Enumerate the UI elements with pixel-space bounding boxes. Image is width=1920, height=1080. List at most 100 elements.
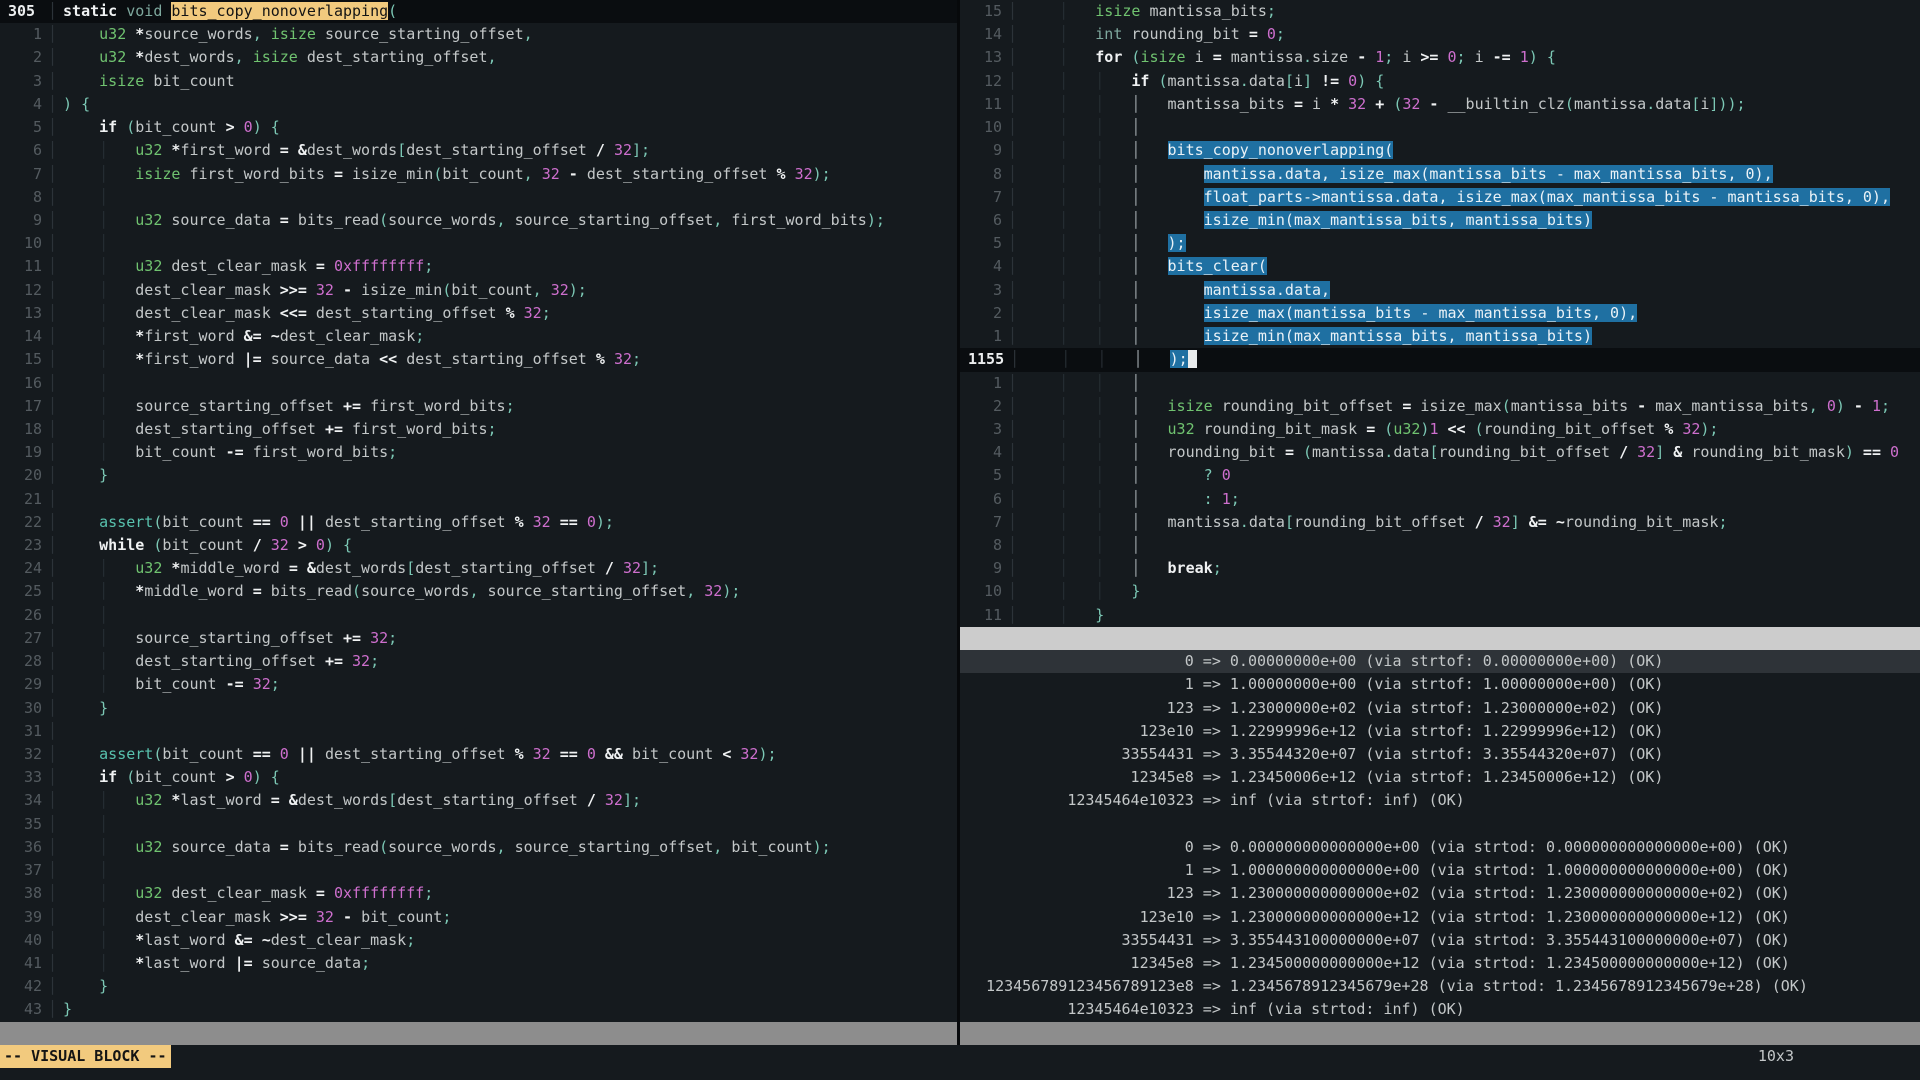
statusline-right-active[interactable]: float.c 1155,15 87% <box>960 627 1920 650</box>
code-line[interactable]: 15│ │ *first_word |= source_data << dest… <box>0 348 957 371</box>
code-line[interactable]: 34│ │ u32 *last_word = &dest_words[dest_… <box>0 789 957 812</box>
code-line[interactable]: 15│ │ isize mantissa_bits; <box>960 0 1920 23</box>
code-line[interactable]: 11│ │ } <box>960 604 1920 627</box>
code-line[interactable]: 2│ u32 *dest_words, isize dest_starting_… <box>0 46 957 69</box>
editor-pane-left[interactable]: 305│static void bits_copy_nonoverlapping… <box>0 0 957 1045</box>
code-line[interactable]: 12│ │ dest_clear_mask >>= 32 - isize_min… <box>0 279 957 302</box>
terminal-line[interactable]: 12345464e10323 => inf (via strtod: inf) … <box>960 998 1920 1021</box>
code-line[interactable]: 25│ │ *middle_word = bits_read(source_wo… <box>0 580 957 603</box>
terminal-line[interactable]: 123e10 => 1.230000000000000e+12 (via str… <box>960 906 1920 929</box>
terminal-line[interactable]: 123456789123456789123e8 => 1.23456789123… <box>960 975 1920 998</box>
code-line[interactable]: 22│ assert(bit_count == 0 || dest_starti… <box>0 511 957 534</box>
code-line[interactable]: 305│static void bits_copy_nonoverlapping… <box>0 0 957 23</box>
code-line[interactable]: 21│ <box>0 488 957 511</box>
token: 32 <box>524 304 542 322</box>
code-line[interactable]: 8│ │ │ │ mantissa.data, isize_max(mantis… <box>960 163 1920 186</box>
code-line[interactable]: 11│ │ u32 dest_clear_mask = 0xffffffff; <box>0 255 957 278</box>
code-line[interactable]: 6│ │ u32 *first_word = &dest_words[dest_… <box>0 139 957 162</box>
code-line[interactable]: 1│ u32 *source_words, isize source_start… <box>0 23 957 46</box>
code-line[interactable]: 40│ │ *last_word &= ~dest_clear_mask; <box>0 929 957 952</box>
terminal-line[interactable]: 12345e8 => 1.23450006e+12 (via strtof: 1… <box>960 766 1920 789</box>
terminal-line[interactable] <box>960 813 1920 836</box>
code-line[interactable]: 6│ │ │ │ : 1; <box>960 488 1920 511</box>
code-line[interactable]: 16│ │ <box>0 372 957 395</box>
code-line[interactable]: 3│ │ │ │ u32 rounding_bit_mask = (u32)1 … <box>960 418 1920 441</box>
terminal-line[interactable]: 33554431 => 3.35544320e+07 (via strtof: … <box>960 743 1920 766</box>
code-line[interactable]: 26│ │ <box>0 604 957 627</box>
code-line[interactable]: 38│ │ u32 dest_clear_mask = 0xffffffff; <box>0 882 957 905</box>
code-line[interactable]: 23│ while (bit_count / 32 > 0) { <box>0 534 957 557</box>
code-line[interactable]: 8│ │ │ │ <box>960 534 1920 557</box>
token <box>108 165 135 183</box>
code-line[interactable]: 14│ │ *first_word &= ~dest_clear_mask; <box>0 325 957 348</box>
code-line[interactable]: 28│ │ dest_starting_offset += 32; <box>0 650 957 673</box>
code-line[interactable]: 4│ │ │ │ bits_clear( <box>960 255 1920 278</box>
statusline-left[interactable]: float.c 305,1 23% <box>0 1022 957 1045</box>
code-line[interactable]: 31│ <box>0 720 957 743</box>
code-line[interactable]: 29│ │ bit_count -= 32; <box>0 673 957 696</box>
terminal-line[interactable]: 12345464e10323 => inf (via strtof: inf) … <box>960 789 1920 812</box>
code-line[interactable]: 17│ │ source_starting_offset += first_wo… <box>0 395 957 418</box>
code-line[interactable]: 30│ } <box>0 697 957 720</box>
terminal-line[interactable]: 123 => 1.23000000e+02 (via strtof: 1.230… <box>960 697 1920 720</box>
editor-pane-right[interactable]: 15│ │ isize mantissa_bits;14│ │ int roun… <box>960 0 1920 1045</box>
code-line[interactable]: 18│ │ dest_starting_offset += first_word… <box>0 418 957 441</box>
code-line[interactable]: 1155│ │ │ │ ); <box>960 348 1920 371</box>
code-line[interactable]: 3│ isize bit_count <box>0 70 957 93</box>
code-line[interactable]: 10│ │ │ │ <box>960 116 1920 139</box>
code-line[interactable]: 11│ │ │ │ mantissa_bits = i * 32 + (32 -… <box>960 93 1920 116</box>
code-line[interactable]: 12│ │ │ if (mantissa.data[i] != 0) { <box>960 70 1920 93</box>
statusline-terminal[interactable]: term://~\code\float//19184:C:\Program Fi… <box>960 1022 1920 1045</box>
code-line[interactable]: 2│ │ │ │ isize rounding_bit_offset = isi… <box>960 395 1920 418</box>
code-line[interactable]: 24│ │ u32 *middle_word = &dest_words[des… <box>0 557 957 580</box>
code-line[interactable]: 13│ │ dest_clear_mask <<= dest_starting_… <box>0 302 957 325</box>
code-line[interactable]: 27│ │ source_starting_offset += 32; <box>0 627 957 650</box>
code-line[interactable]: 39│ │ dest_clear_mask >>= 32 - bit_count… <box>0 906 957 929</box>
terminal-line[interactable]: 0 => 0.00000000e+00 (via strtof: 0.00000… <box>960 650 1920 673</box>
code-line[interactable]: 7│ │ │ │ float_parts->mantissa.data, isi… <box>960 186 1920 209</box>
code-line[interactable]: 20│ } <box>0 464 957 487</box>
code-line[interactable]: 9│ │ u32 source_data = bits_read(source_… <box>0 209 957 232</box>
terminal-area[interactable]: 0 => 0.00000000e+00 (via strtof: 0.00000… <box>960 650 1920 1022</box>
terminal-line[interactable]: 1 => 1.000000000000000e+00 (via strtod: … <box>960 859 1920 882</box>
code-line[interactable]: 3│ │ │ │ mantissa.data, <box>960 279 1920 302</box>
code-line[interactable]: 4│ │ │ │ rounding_bit = (mantissa.data[r… <box>960 441 1920 464</box>
code-line[interactable]: 41│ │ *last_word |= source_data; <box>0 952 957 975</box>
code-line[interactable]: 10│ │ │ } <box>960 580 1920 603</box>
code-text: │ u32 *middle_word = &dest_words[dest_st… <box>63 557 957 580</box>
terminal-line[interactable]: 1 => 1.00000000e+00 (via strtof: 1.00000… <box>960 673 1920 696</box>
code-line[interactable]: 14│ │ int rounding_bit = 0; <box>960 23 1920 46</box>
token: - <box>1357 48 1375 66</box>
code-line[interactable]: 1│ │ │ │ isize_min(max_mantissa_bits, ma… <box>960 325 1920 348</box>
token <box>1140 257 1167 275</box>
code-line[interactable]: 10│ │ <box>0 232 957 255</box>
code-line[interactable]: 8│ │ <box>0 186 957 209</box>
code-line[interactable]: 13│ │ for (isize i = mantissa.size - 1; … <box>960 46 1920 69</box>
code-line[interactable]: 5│ │ │ │ ); <box>960 232 1920 255</box>
code-line[interactable]: 42│ } <box>0 975 957 998</box>
code-line[interactable]: 5│ if (bit_count > 0) { <box>0 116 957 139</box>
code-line[interactable]: 33│ if (bit_count > 0) { <box>0 766 957 789</box>
code-line[interactable]: 7│ │ isize first_word_bits = isize_min(b… <box>0 163 957 186</box>
code-line[interactable]: 19│ │ bit_count -= first_word_bits; <box>0 441 957 464</box>
code-line[interactable]: 4│) { <box>0 93 957 116</box>
code-line[interactable]: 1│ │ │ │ <box>960 372 1920 395</box>
terminal-line[interactable]: 0 => 0.000000000000000e+00 (via strtod: … <box>960 836 1920 859</box>
code-line[interactable]: 9│ │ │ │ bits_copy_nonoverlapping( <box>960 139 1920 162</box>
code-line[interactable]: 7│ │ │ │ mantissa.data[rounding_bit_offs… <box>960 511 1920 534</box>
code-area-left[interactable]: 305│static void bits_copy_nonoverlapping… <box>0 0 957 1022</box>
code-line[interactable]: 43│} <box>0 998 957 1021</box>
terminal-line[interactable]: 123 => 1.230000000000000e+02 (via strtod… <box>960 882 1920 905</box>
code-line[interactable]: 6│ │ │ │ isize_min(max_mantissa_bits, ma… <box>960 209 1920 232</box>
code-line[interactable]: 32│ assert(bit_count == 0 || dest_starti… <box>0 743 957 766</box>
terminal-line[interactable]: 12345e8 => 1.234500000000000e+12 (via st… <box>960 952 1920 975</box>
terminal-line[interactable]: 33554431 => 3.355443100000000e+07 (via s… <box>960 929 1920 952</box>
code-line[interactable]: 37│ │ <box>0 859 957 882</box>
code-line[interactable]: 2│ │ │ │ isize_max(mantissa_bits - max_m… <box>960 302 1920 325</box>
code-area-right[interactable]: 15│ │ isize mantissa_bits;14│ │ int roun… <box>960 0 1920 627</box>
terminal-line[interactable]: 123e10 => 1.22999996e+12 (via strtof: 1.… <box>960 720 1920 743</box>
code-line[interactable]: 9│ │ │ │ break; <box>960 557 1920 580</box>
code-line[interactable]: 36│ │ u32 source_data = bits_read(source… <box>0 836 957 859</box>
code-line[interactable]: 5│ │ │ │ ? 0 <box>960 464 1920 487</box>
code-line[interactable]: 35│ │ <box>0 813 957 836</box>
